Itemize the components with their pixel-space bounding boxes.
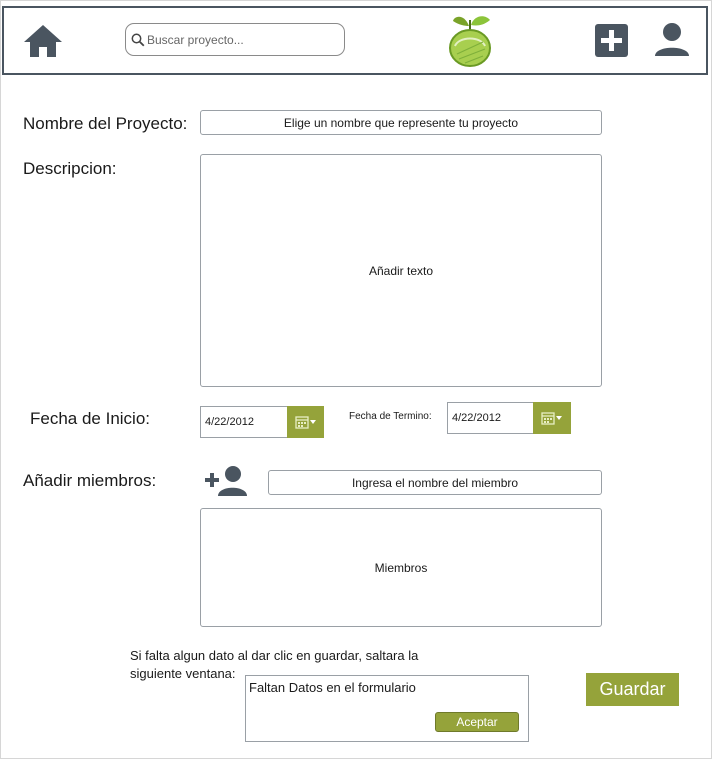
end-date-picker-button[interactable] [533,402,571,434]
search-icon [131,33,145,46]
description-label: Descripcion: [23,159,117,178]
end-date-input[interactable]: 4/22/2012 [447,402,535,434]
accept-button[interactable]: Aceptar [435,712,519,732]
start-date-picker-button[interactable] [287,406,324,438]
project-name-input[interactable]: Elige un nombre que represente tu proyec… [200,110,602,135]
apple-logo [447,12,493,68]
start-date-label: Fecha de Inicio: [30,409,151,428]
search-bar[interactable] [125,23,345,56]
description-textarea[interactable]: Añadir texto [200,154,602,387]
member-name-input[interactable]: Ingresa el nombre del miembro [268,470,602,495]
save-button[interactable]: Guardar [586,673,679,706]
calendar-icon [294,416,316,429]
project-name-label: Nombre del Proyecto: [23,114,188,133]
end-date-value: 4/22/2012 [452,412,501,424]
home-icon[interactable] [22,23,64,59]
start-date-input[interactable]: 4/22/2012 [200,406,288,438]
calendar-icon [541,412,562,425]
add-members-label: Añadir miembros: [23,471,157,490]
add-user-icon[interactable] [204,464,248,498]
search-input[interactable] [145,32,337,47]
start-date-value: 4/22/2012 [205,416,254,428]
end-date-label: Fecha de Termino: [349,411,432,422]
add-icon[interactable] [594,24,629,58]
user-icon[interactable] [654,22,690,58]
dialog-message: Faltan Datos en el formulario [249,680,416,695]
members-list: Miembros [200,508,602,627]
missing-data-dialog: Faltan Datos en el formulario Aceptar [245,675,529,742]
